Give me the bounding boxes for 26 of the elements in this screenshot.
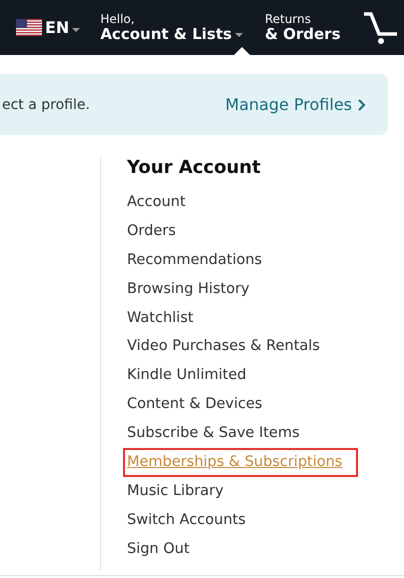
menu-item[interactable]: Music Library — [127, 480, 236, 502]
menu-item[interactable]: Orders — [127, 220, 188, 242]
chevron-icon — [358, 98, 366, 110]
cart-icon[interactable] — [362, 10, 399, 44]
flag-icon — [16, 18, 42, 36]
menu-item[interactable]: Kindle Unlimited — [127, 365, 258, 386]
dropdown-pointer — [234, 47, 250, 55]
menu-item[interactable]: Video Purchases & Rentals — [127, 336, 332, 358]
caret-icon — [234, 33, 243, 38]
menu-item[interactable]: Sign Out — [127, 538, 202, 560]
profile-message: ect a profile. — [2, 96, 90, 112]
menu-item[interactable]: Account — [127, 192, 198, 213]
menu-item[interactable]: Recommendations — [127, 250, 274, 271]
account-lists-link[interactable]: Account & Lists — [100, 26, 232, 42]
language-selector[interactable]: EN — [45, 18, 70, 37]
caret-icon — [72, 28, 80, 33]
menu-item[interactable]: Subscribe & Save Items — [127, 423, 312, 444]
menu-item[interactable]: Switch Accounts — [127, 510, 258, 531]
menu-item[interactable]: Content & Devices — [127, 394, 274, 416]
menu-item[interactable]: Browsing History — [127, 278, 262, 300]
orders-link[interactable]: & Orders — [264, 26, 341, 42]
greeting: Hello, — [100, 12, 136, 26]
returns-label: Returns — [264, 12, 312, 26]
menu-title: Your Account — [127, 156, 262, 180]
manage-profiles-link[interactable]: Manage Profiles — [225, 95, 366, 114]
menu-item[interactable]: Watchlist — [127, 308, 206, 329]
